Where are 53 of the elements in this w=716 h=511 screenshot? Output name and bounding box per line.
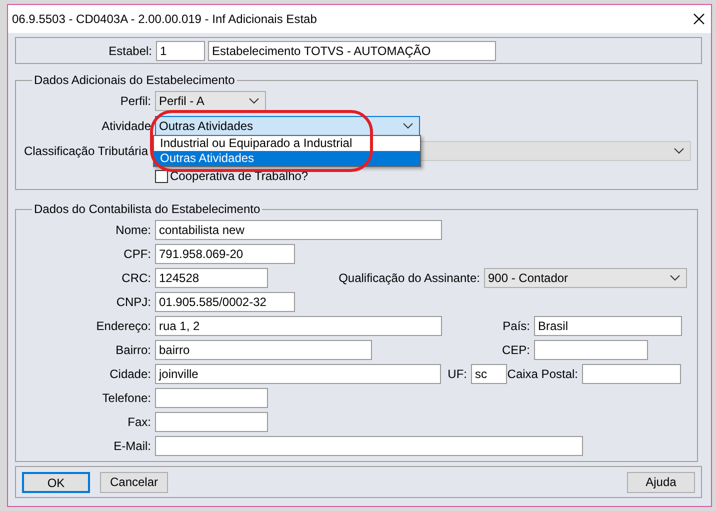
field-label: Telefone: bbox=[101, 390, 152, 407]
field-label: E-Mail: bbox=[112, 438, 152, 455]
input-field[interactable] bbox=[155, 436, 583, 456]
input-field[interactable]: sc bbox=[471, 364, 507, 384]
input-field[interactable]: 791.958.069-20 bbox=[155, 244, 295, 264]
input-field[interactable] bbox=[582, 364, 681, 384]
input-field[interactable]: rua 1, 2 bbox=[155, 316, 442, 336]
input-field[interactable]: joinville bbox=[155, 364, 441, 384]
caret-icon bbox=[249, 98, 259, 104]
field-label: CNPJ: bbox=[115, 294, 152, 311]
input-field[interactable]: 1 bbox=[156, 40, 205, 60]
input-field[interactable]: 01.905.585/0002-32 bbox=[155, 292, 295, 312]
dropdown[interactable]: 900 - Contador bbox=[484, 268, 687, 288]
dialog-button[interactable]: Cancelar bbox=[100, 472, 168, 492]
input-field[interactable]: 124528 bbox=[155, 268, 268, 288]
checkbox[interactable] bbox=[155, 170, 168, 182]
checkbox-label: Cooperativa de Trabalho? bbox=[170, 168, 308, 185]
input-field[interactable]: Estabelecimento TOTVS - AUTOMAÇÃO bbox=[208, 40, 496, 60]
field-label: CRC: bbox=[120, 270, 152, 287]
close-icon[interactable] bbox=[693, 13, 705, 25]
input-field[interactable]: bairro bbox=[155, 340, 372, 360]
dropdown[interactable]: Outras Atividades bbox=[155, 116, 420, 136]
group-title: Dados Adicionais do Estabelecimento bbox=[33, 72, 236, 89]
field-label: Classificação Tributária bbox=[22, 143, 149, 160]
field-label: Qualificação do Assinante: bbox=[338, 270, 481, 287]
dropdown[interactable]: Perfil - A bbox=[155, 91, 266, 111]
field-label: Fax: bbox=[126, 414, 152, 431]
group-title: Dados do Contabilista do Estabelecimento bbox=[33, 201, 262, 218]
field-label: UF: bbox=[446, 366, 468, 383]
input-field[interactable]: contabilista new bbox=[155, 220, 442, 240]
field-label: Caixa Postal: bbox=[507, 366, 579, 383]
input-field[interactable]: Brasil bbox=[534, 316, 682, 336]
field-label: CPF: bbox=[122, 246, 152, 263]
dialog-button[interactable]: OK bbox=[22, 472, 90, 492]
input-field[interactable] bbox=[534, 340, 648, 360]
caret-icon bbox=[670, 275, 680, 281]
field-label: Cidade: bbox=[108, 366, 152, 383]
field-label: CEP: bbox=[500, 342, 531, 359]
field-label: Bairro: bbox=[114, 342, 152, 359]
caret-icon bbox=[403, 123, 413, 129]
input-field[interactable] bbox=[155, 388, 268, 408]
field-label: Nome: bbox=[114, 222, 152, 239]
field-label: Estabel: bbox=[108, 42, 153, 60]
field-label: Perfil: bbox=[119, 93, 152, 110]
caret-icon bbox=[674, 148, 684, 154]
input-field[interactable] bbox=[155, 412, 268, 432]
dropdown-option[interactable]: Industrial ou Equiparado a Industrial bbox=[154, 136, 420, 151]
field-label: Endereço: bbox=[95, 318, 152, 335]
field-label: Atividade bbox=[100, 118, 152, 135]
dialog-button[interactable]: Ajuda bbox=[627, 472, 695, 492]
dropdown-option[interactable]: Outras Atividades bbox=[154, 151, 420, 166]
field-label: País: bbox=[502, 318, 531, 335]
window-title: 06.9.5503 - CD0403A - 2.00.00.019 - Inf Adicionais Estab bbox=[12, 11, 317, 28]
